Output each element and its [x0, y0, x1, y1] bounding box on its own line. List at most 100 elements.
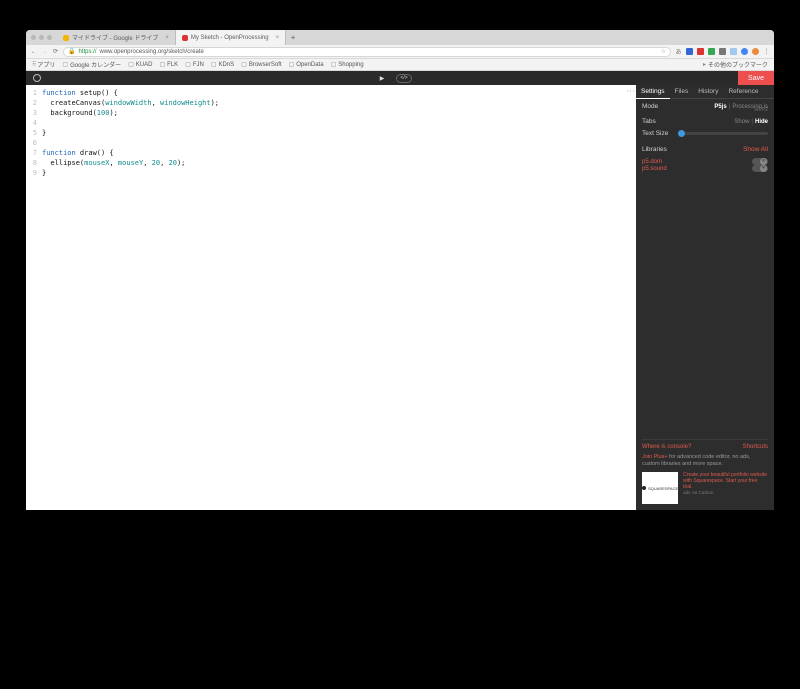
folder-icon: ▸	[703, 61, 706, 68]
tabs-visibility-label: Tabs	[642, 118, 656, 125]
favicon	[182, 35, 188, 41]
star-icon[interactable]: ☆	[661, 48, 666, 55]
ad-text: Create your beautiful portfolio website …	[683, 472, 768, 490]
bookmark-item[interactable]: ▢FJN	[185, 60, 204, 69]
tab-close-icon[interactable]: ×	[165, 35, 169, 41]
window-controls[interactable]	[26, 30, 57, 45]
bookmark-item[interactable]: ▢BrowserSoft	[241, 60, 281, 69]
tabs-visibility-selector[interactable]: Show|Hide	[734, 119, 768, 125]
apps-button[interactable]: ⠿アプリ	[32, 60, 55, 69]
sidebar-tab-files[interactable]: Files	[670, 85, 694, 98]
bookmark-item[interactable]: ▢FLK	[159, 60, 178, 69]
code-line[interactable]: function draw() {	[42, 148, 219, 158]
url-secure: https://	[78, 49, 96, 55]
library-toggle[interactable]	[752, 165, 768, 172]
textsize-slider[interactable]	[678, 132, 768, 135]
browser-tab[interactable]: My Sketch - OpenProcessing ×	[176, 30, 286, 45]
tab-title: My Sketch - OpenProcessing	[191, 35, 269, 41]
code-content[interactable]: function setup() { createCanvas(windowWi…	[40, 85, 223, 510]
tab-strip: マイドライブ - Google ドライブ×My Sketch - OpenPro…	[26, 30, 774, 45]
code-line[interactable]	[42, 118, 219, 128]
console-link[interactable]: Where is console?	[642, 444, 691, 450]
logo[interactable]	[26, 74, 48, 82]
library-name[interactable]: p5.sound	[642, 166, 667, 172]
play-button[interactable]: ▶	[376, 73, 388, 83]
folder-icon: ▢	[159, 61, 165, 68]
editor-menu-icon[interactable]: ⋮	[628, 87, 632, 95]
code-line[interactable]: function setup() {	[42, 88, 219, 98]
code-line[interactable]	[42, 138, 219, 148]
save-button[interactable]: Save	[738, 71, 774, 85]
code-line[interactable]: }	[42, 128, 219, 138]
minimize-dot[interactable]	[39, 35, 44, 40]
code-line[interactable]: }	[42, 168, 219, 178]
code-line[interactable]: ellipse(mouseX, mouseY, 20, 20);	[42, 158, 219, 168]
code-toggle-button[interactable]: </>	[398, 73, 410, 83]
bookmark-item[interactable]: ▢OpenData	[289, 60, 324, 69]
folder-icon: ▢	[62, 61, 68, 68]
omnibox[interactable]: 🔒 https:// www.openprocessing.org/sketch/…	[63, 47, 671, 57]
ad-via: ads via Carbon	[683, 490, 768, 495]
lock-icon: 🔒	[68, 48, 75, 55]
showall-link[interactable]: Show All	[743, 146, 768, 153]
browser-window: マイドライブ - Google ドライブ×My Sketch - OpenPro…	[26, 30, 774, 510]
bookmark-item[interactable]: ▢KDnS	[211, 60, 234, 69]
forward-button[interactable]: →	[41, 49, 48, 55]
logo-icon	[33, 74, 41, 82]
extension-icons: あ ⋮	[675, 47, 770, 56]
bookmark-item[interactable]: ▢Shopping	[331, 60, 364, 69]
bookmark-item[interactable]: ▢KUAD	[128, 60, 152, 69]
slider-thumb[interactable]	[678, 130, 685, 137]
code-line[interactable]: createCanvas(windowWidth, windowHeight);	[42, 98, 219, 108]
zoom-dot[interactable]	[47, 35, 52, 40]
bookmark-item[interactable]: ▢Google カレンダー	[62, 60, 121, 69]
folder-icon: ▢	[128, 61, 134, 68]
address-bar-row: ← → ⟳ 🔒 https:// www.openprocessing.org/s…	[26, 45, 774, 59]
other-bookmarks[interactable]: ▸その他のブックマーク	[703, 60, 768, 69]
code-editor[interactable]: 123456789 function setup() { createCanva…	[26, 85, 636, 510]
url-rest: www.openprocessing.org/sketch/create	[100, 49, 204, 55]
bookmarks-bar: ⠿アプリ ▢Google カレンダー ▢KUAD ▢FLK ▢FJN ▢KDnS ▢Bro…	[26, 59, 774, 71]
ext-icon-1[interactable]	[686, 48, 693, 55]
carbon-ad[interactable]: SQUARESPACE Create your beautiful portfo…	[642, 472, 768, 504]
libraries-label: Libraries	[642, 146, 667, 153]
favicon	[63, 35, 69, 41]
join-plus-link[interactable]: Join Plus+	[642, 454, 668, 460]
tab-title: マイドライブ - Google ドライブ	[72, 33, 158, 42]
library-toggle[interactable]	[752, 158, 768, 165]
ext-icon-2[interactable]	[697, 48, 704, 55]
promo-text: Join Plus+ for advanced code editor, no …	[642, 454, 768, 468]
menu-icon[interactable]: ⋮	[763, 48, 770, 55]
textsize-label: Text Size	[642, 130, 668, 137]
ext-icon-5[interactable]	[730, 48, 737, 55]
folder-icon: ▢	[211, 61, 217, 68]
ext-icon-3[interactable]	[708, 48, 715, 55]
ext-icon-6[interactable]	[741, 48, 748, 55]
ad-image: SQUARESPACE	[642, 472, 678, 504]
sidebar: SettingsFilesHistoryReference Mode P5js|…	[636, 85, 774, 510]
shortcuts-link[interactable]: Shortcuts	[743, 444, 768, 450]
sidebar-tab-reference[interactable]: Reference	[723, 85, 763, 98]
code-line[interactable]: background(100);	[42, 108, 219, 118]
back-button[interactable]: ←	[30, 49, 37, 55]
app-toolbar: ▶ </> Save	[26, 71, 774, 85]
folder-icon: ▢	[241, 61, 247, 68]
tab-close-icon[interactable]: ×	[276, 35, 280, 41]
new-tab-button[interactable]: +	[286, 30, 300, 45]
sidebar-tab-settings[interactable]: Settings	[636, 85, 670, 99]
ext-icon-4[interactable]	[719, 48, 726, 55]
translate-icon[interactable]: あ	[675, 47, 682, 56]
reload-button[interactable]: ⟳	[52, 48, 59, 55]
folder-icon: ▢	[289, 61, 295, 68]
library-name[interactable]: p5.dom	[642, 159, 662, 165]
ext-icon-7[interactable]	[752, 48, 759, 55]
code-icon: </>	[396, 74, 411, 83]
sidebar-tab-history[interactable]: History	[693, 85, 723, 98]
close-dot[interactable]	[31, 35, 36, 40]
library-row: p5.dom	[642, 158, 768, 165]
main-area: 123456789 function setup() { createCanva…	[26, 85, 774, 510]
library-row: p5.sound	[642, 165, 768, 172]
apps-icon: ⠿	[32, 61, 35, 68]
browser-tab[interactable]: マイドライブ - Google ドライブ ×	[57, 30, 176, 45]
sidebar-tabs: SettingsFilesHistoryReference	[636, 85, 774, 99]
